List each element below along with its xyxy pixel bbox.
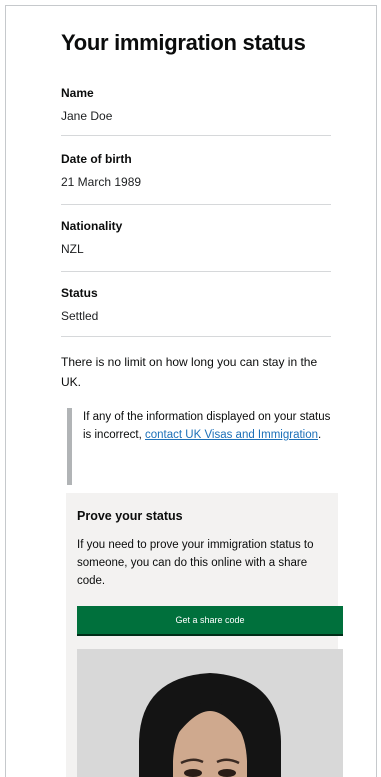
summary-row-status: Status Settled — [61, 286, 331, 337]
prove-status-body: If you need to prove your immigration st… — [77, 539, 314, 587]
name-label: Name — [61, 86, 94, 100]
nationality-label: Nationality — [61, 219, 123, 233]
summary-row-name: Name Jane Doe — [61, 86, 331, 136]
inset-text: If any of the information displayed on y… — [67, 408, 335, 485]
date-of-birth-value: 21 March 1989 — [61, 175, 142, 189]
phone-screen: Your immigration status Name Jane Doe Da… — [5, 5, 377, 777]
summary-row-nationality: Nationality NZL — [61, 219, 331, 272]
get-share-code-button[interactable]: Get a share code — [77, 606, 343, 636]
nationality-value: NZL — [61, 242, 84, 256]
status-label: Status — [61, 286, 98, 300]
portrait-image — [77, 649, 343, 777]
page-title: Your immigration status — [61, 30, 306, 55]
contact-ukvi-link[interactable]: contact UK Visas and Immigration — [145, 429, 318, 441]
prove-status-heading: Prove your status — [77, 509, 183, 523]
status-note: There is no limit on how long you can st… — [61, 355, 318, 389]
name-value: Jane Doe — [61, 109, 113, 123]
summary-row-date-of-birth: Date of birth 21 March 1989 — [61, 152, 331, 205]
status-value: Settled — [61, 309, 99, 323]
inset-end: . — [318, 429, 322, 441]
profile-photo — [77, 649, 343, 777]
date-of-birth-label: Date of birth — [61, 152, 132, 166]
prove-status-card: Prove your status If you need to prove y… — [66, 493, 343, 777]
